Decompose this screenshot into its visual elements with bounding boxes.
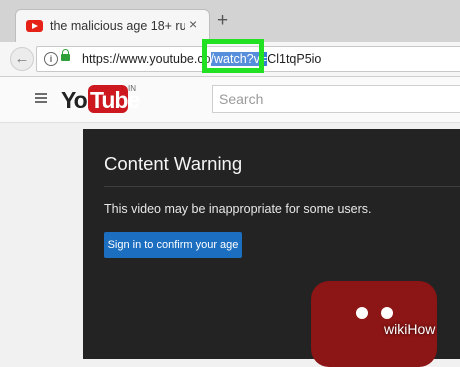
divider <box>104 186 460 187</box>
youtube-header: You Tube IN Search <box>0 77 460 123</box>
youtube-favicon-icon <box>26 20 43 32</box>
highlight-box <box>202 39 264 73</box>
tab-strip: the malicious age 18+ russ... × + <box>0 0 460 43</box>
back-arrow-icon[interactable]: ← <box>10 47 34 71</box>
search-input[interactable]: Search <box>219 91 263 107</box>
close-icon[interactable]: × <box>189 16 197 32</box>
search-box[interactable]: Search <box>212 85 460 113</box>
info-icon[interactable]: i <box>44 52 58 66</box>
lock-icon <box>61 49 70 61</box>
wikihow-watermark: wikiHow <box>384 321 436 337</box>
hamburger-menu-icon[interactable] <box>35 93 47 95</box>
warning-title: Content Warning <box>104 153 243 174</box>
sign-in-button[interactable]: Sign in to confirm your age <box>104 232 242 258</box>
tab-title: the malicious age 18+ russ... <box>50 19 185 33</box>
browser-tab[interactable]: the malicious age 18+ russ... × <box>15 9 210 43</box>
warning-message: This video may be inappropriate for some… <box>104 202 372 216</box>
new-tab-button[interactable]: + <box>217 11 228 31</box>
youtube-page: You Tube IN Search Content Warning This … <box>0 77 460 367</box>
